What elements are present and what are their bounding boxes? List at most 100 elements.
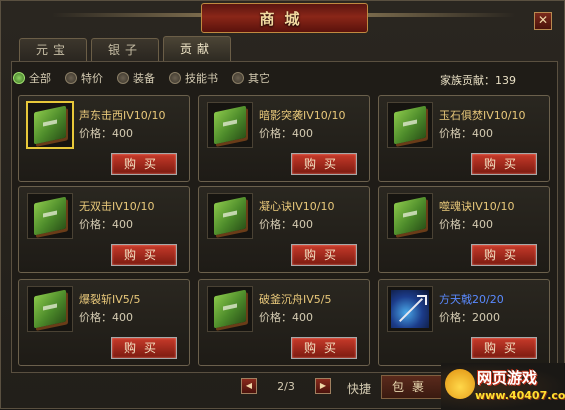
- green-book-icon: [214, 289, 246, 329]
- buy-button[interactable]: 购买: [111, 244, 177, 266]
- shop-item-card: 噬魂诀IV10/10 价格：400 购买: [378, 186, 550, 273]
- item-name: 凝心诀IV10/10: [259, 200, 335, 213]
- family-contribution: 家族贡献：139: [440, 72, 516, 88]
- radio-icon: [232, 72, 244, 84]
- buy-button[interactable]: 购买: [291, 337, 357, 359]
- filter-label: 其它: [248, 72, 270, 85]
- inventory-button[interactable]: 包裹: [381, 375, 443, 399]
- currency-tabs: 元宝 银子 贡献: [19, 36, 231, 61]
- item-price: 价格：400: [79, 125, 133, 141]
- item-slot[interactable]: [387, 102, 433, 148]
- price-label: 价格：: [439, 218, 472, 231]
- green-book-icon: [394, 196, 426, 236]
- tab-silver[interactable]: 银子: [91, 38, 159, 61]
- item-slot[interactable]: [27, 193, 73, 239]
- radio-icon: [117, 72, 129, 84]
- price-label: 价格：: [439, 311, 472, 324]
- item-slot[interactable]: [207, 102, 253, 148]
- filter-label: 全部: [29, 72, 51, 85]
- pagination: ◀ 2/3 ▶: [241, 378, 331, 394]
- filter-other[interactable]: 其它: [232, 70, 270, 86]
- item-name: 无双击IV10/10: [79, 200, 155, 213]
- halberd-icon: [391, 290, 429, 328]
- price-value: 400: [292, 218, 313, 231]
- filter-all[interactable]: 全部: [13, 70, 51, 86]
- shop-item-card: 方天戟20/20 价格：2000 购买: [378, 279, 550, 366]
- item-slot[interactable]: [387, 193, 433, 239]
- price-label: 价格：: [259, 311, 292, 324]
- filter-label: 特价: [81, 72, 103, 85]
- price-value: 400: [472, 218, 493, 231]
- shop-item-card: 破釜沉舟IV5/5 价格：400 购买: [198, 279, 370, 366]
- price-value: 400: [112, 218, 133, 231]
- item-name: 方天戟20/20: [439, 293, 504, 306]
- shop-item-card: 无双击IV10/10 价格：400 购买: [18, 186, 190, 273]
- item-name: 暗影突袭IV10/10: [259, 109, 346, 122]
- filter-special-price[interactable]: 特价: [65, 70, 103, 86]
- buy-button[interactable]: 购买: [291, 153, 357, 175]
- prev-page-button[interactable]: ◀: [241, 378, 257, 394]
- item-slot[interactable]: [27, 286, 73, 332]
- green-book-icon: [34, 105, 66, 145]
- shop-item-card: 凝心诀IV10/10 价格：400 购买: [198, 186, 370, 273]
- item-slot[interactable]: [207, 193, 253, 239]
- item-slot[interactable]: [207, 286, 253, 332]
- watermark-url: www.40407.com: [475, 389, 565, 402]
- next-page-button[interactable]: ▶: [315, 378, 331, 394]
- title-ornament-left: [51, 13, 201, 17]
- watermark-title: 网页游戏: [477, 369, 538, 387]
- item-name: 玉石俱焚IV10/10: [439, 109, 526, 122]
- buy-button[interactable]: 购买: [471, 337, 537, 359]
- price-label: 价格：: [259, 218, 292, 231]
- contribution-label: 家族贡献：: [440, 74, 495, 87]
- green-book-icon: [394, 105, 426, 145]
- filter-label: 技能书: [185, 72, 218, 85]
- buy-button[interactable]: 购买: [111, 153, 177, 175]
- item-price: 价格：400: [79, 216, 133, 232]
- tab-contribution[interactable]: 贡献: [163, 36, 231, 61]
- buy-button[interactable]: 购买: [291, 244, 357, 266]
- shop-item-card: 声东击西IV10/10 价格：400 购买: [18, 95, 190, 182]
- item-price: 价格：2000: [439, 309, 500, 325]
- item-price: 价格：400: [439, 125, 493, 141]
- shop-item-card: 暗影突袭IV10/10 价格：400 购买: [198, 95, 370, 182]
- price-label: 价格：: [79, 218, 112, 231]
- filter-label: 装备: [133, 72, 155, 85]
- mascot-logo-icon: [445, 369, 475, 399]
- title-ornament-right: [366, 13, 516, 17]
- price-label: 价格：: [439, 127, 472, 140]
- item-slot[interactable]: [387, 286, 433, 332]
- item-name: 爆裂斩IV5/5: [79, 293, 141, 306]
- item-name: 破釜沉舟IV5/5: [259, 293, 332, 306]
- item-slot[interactable]: [26, 101, 74, 149]
- close-button[interactable]: ✕: [534, 12, 552, 30]
- price-value: 400: [472, 127, 493, 140]
- price-label: 价格：: [79, 311, 112, 324]
- radio-icon: [65, 72, 77, 84]
- price-value: 400: [112, 127, 133, 140]
- green-book-icon: [214, 105, 246, 145]
- item-price: 价格：400: [439, 216, 493, 232]
- filter-equipment[interactable]: 装备: [117, 70, 155, 86]
- buy-button[interactable]: 购买: [471, 244, 537, 266]
- shop-window: 商城 ✕ 元宝 银子 贡献 全部 特价 装备 技能书 其它 家族贡献：139 声…: [0, 0, 565, 410]
- green-book-icon: [214, 196, 246, 236]
- buy-button[interactable]: 购买: [471, 153, 537, 175]
- buy-button[interactable]: 购买: [111, 337, 177, 359]
- shop-item-card: 玉石俱焚IV10/10 价格：400 购买: [378, 95, 550, 182]
- filter-skill-books[interactable]: 技能书: [169, 70, 218, 86]
- price-value: 400: [112, 311, 133, 324]
- item-price: 价格：400: [259, 125, 313, 141]
- item-price: 价格：400: [79, 309, 133, 325]
- quick-label: 快捷: [347, 382, 372, 396]
- green-book-icon: [34, 289, 66, 329]
- shop-item-card: 爆裂斩IV5/5 价格：400 购买: [18, 279, 190, 366]
- item-price: 价格：400: [259, 216, 313, 232]
- price-value: 400: [292, 127, 313, 140]
- item-name: 噬魂诀IV10/10: [439, 200, 515, 213]
- tab-yuanbao[interactable]: 元宝: [19, 38, 87, 61]
- green-book-icon: [34, 196, 66, 236]
- window-title: 商城: [201, 3, 368, 33]
- price-label: 价格：: [79, 127, 112, 140]
- radio-selected-icon: [13, 72, 25, 84]
